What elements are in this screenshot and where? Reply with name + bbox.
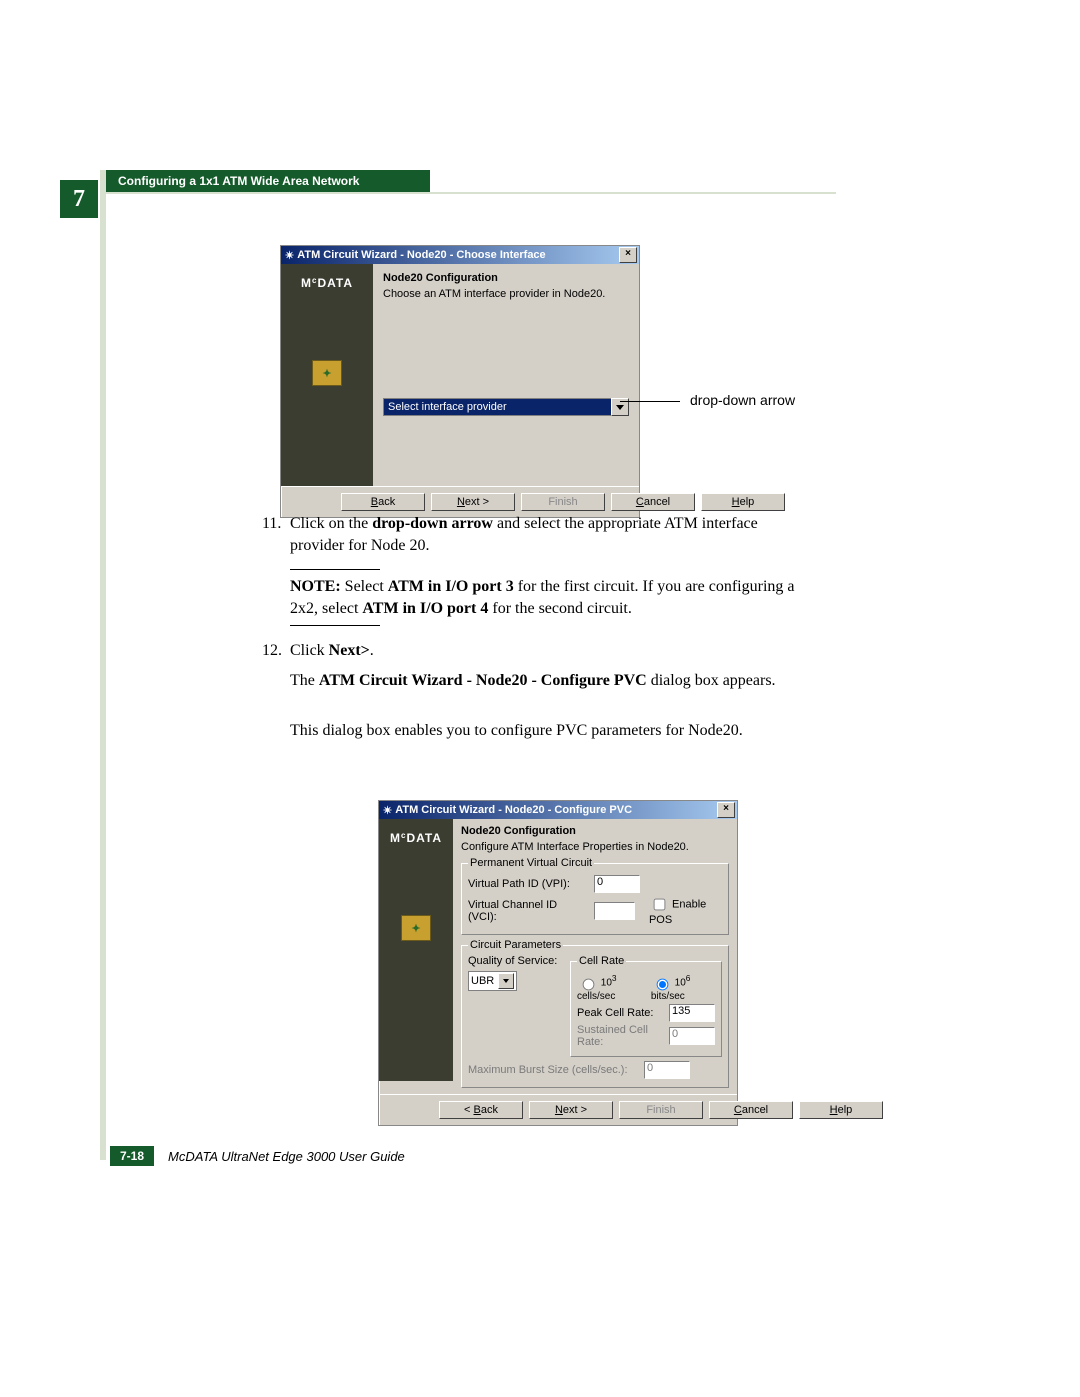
peak-input[interactable]: 135	[669, 1004, 715, 1022]
vpi-label: Virtual Path ID (VPI):	[468, 878, 588, 890]
vci-input[interactable]	[594, 902, 635, 920]
dialog2-subtext: Configure ATM Interface Properties in No…	[461, 841, 729, 853]
pvc-fieldset: Permanent Virtual Circuit Virtual Path I…	[461, 857, 729, 935]
brand-stamp-icon: ✦	[312, 360, 342, 386]
brand-logo: McDATA	[390, 831, 442, 845]
help-button[interactable]: Help	[701, 493, 785, 511]
pvc-legend: Permanent Virtual Circuit	[468, 857, 594, 869]
dialog2-heading: Node20 Configuration	[461, 825, 729, 837]
dialog1-brand-panel: McDATA ✦	[281, 264, 373, 486]
dialog-configure-pvc: ✴ ATM Circuit Wizard - Node20 - Configur…	[378, 800, 738, 1126]
circuit-params-fieldset: Circuit Parameters Quality of Service: U…	[461, 939, 729, 1088]
sustained-input: 0	[669, 1027, 715, 1045]
dialog1-titlebar: ✴ ATM Circuit Wizard - Node20 - Choose I…	[281, 246, 639, 264]
step-12: 12.Click Next>.	[290, 640, 790, 662]
dialog1-subtext: Choose an ATM interface provider in Node…	[383, 288, 629, 300]
mbs-input: 0	[644, 1061, 690, 1079]
cancel-button[interactable]: Cancel	[709, 1101, 793, 1119]
callout-line	[620, 401, 680, 402]
brand-stamp-icon: ✦	[401, 915, 431, 941]
dialog2-titlebar: ✴ ATM Circuit Wizard - Node20 - Configur…	[379, 801, 737, 819]
step-11: 11.Click on the drop-down arrow and sele…	[290, 513, 790, 556]
mbs-label: Maximum Burst Size (cells/sec.):	[468, 1064, 638, 1076]
cancel-button[interactable]: Cancel	[611, 493, 695, 511]
help-button[interactable]: Help	[799, 1101, 883, 1119]
dialog-choose-interface: ✴ ATM Circuit Wizard - Node20 - Choose I…	[280, 245, 640, 518]
cellrate-fieldset: Cell Rate 103 cells/sec 106 bits/sec Pea…	[570, 955, 722, 1057]
cp-legend: Circuit Parameters	[468, 939, 563, 951]
vpi-input[interactable]: 0	[594, 875, 640, 893]
qos-label: Quality of Service:	[468, 955, 564, 967]
dialog2-brand-panel: McDATA ✦	[379, 819, 453, 1081]
vci-label: Virtual Channel ID (VCI):	[468, 899, 588, 923]
back-button[interactable]: Back	[341, 493, 425, 511]
brand-logo: McDATA	[301, 276, 353, 290]
cellrate-legend: Cell Rate	[577, 955, 626, 967]
sustained-label: Sustained Cell Rate:	[577, 1024, 663, 1048]
chapter-tab: 7	[60, 180, 98, 218]
window-icon: ✴	[383, 804, 392, 817]
cellrate-radio-bits[interactable]: 106 bits/sec	[651, 973, 715, 1002]
enable-pos-checkbox[interactable]: Enable POS	[649, 895, 722, 926]
qos-select[interactable]: UBR	[468, 971, 517, 991]
back-button[interactable]: < Back	[439, 1101, 523, 1119]
note-block: NOTE: Select ATM in I/O port 3 for the f…	[290, 563, 800, 632]
dialog1-title: ATM Circuit Wizard - Node20 - Choose Int…	[297, 249, 545, 261]
page-footer: 7-18 McDATA UltraNet Edge 3000 User Guid…	[110, 1146, 405, 1166]
interface-provider-dropdown[interactable]: Select interface provider	[383, 398, 629, 416]
side-rule	[100, 170, 106, 1160]
footer-title: McDATA UltraNet Edge 3000 User Guide	[168, 1149, 405, 1164]
close-icon[interactable]: ×	[717, 802, 735, 818]
peak-label: Peak Cell Rate:	[577, 1007, 663, 1019]
dialog1-heading: Node20 Configuration	[383, 272, 629, 284]
finish-button: Finish	[521, 493, 605, 511]
paragraph-pvc-desc: This dialog box enables you to configure…	[290, 720, 790, 742]
page-number: 7-18	[110, 1146, 154, 1166]
next-button[interactable]: Next >	[529, 1101, 613, 1119]
finish-button: Finish	[619, 1101, 703, 1119]
cellrate-radio-cells[interactable]: 103 cells/sec	[577, 973, 645, 1002]
header-underline	[106, 192, 836, 194]
paragraph-pvc-appears: The ATM Circuit Wizard - Node20 - Config…	[290, 670, 790, 692]
close-icon[interactable]: ×	[619, 247, 637, 263]
next-button[interactable]: Next >	[431, 493, 515, 511]
dropdown-value: Select interface provider	[383, 398, 611, 416]
callout-label: drop-down arrow	[690, 392, 795, 408]
window-icon: ✴	[285, 249, 294, 262]
chevron-down-icon[interactable]	[498, 973, 514, 989]
chapter-header: Configuring a 1x1 ATM Wide Area Network	[106, 170, 430, 192]
dialog2-title: ATM Circuit Wizard - Node20 - Configure …	[395, 804, 632, 816]
